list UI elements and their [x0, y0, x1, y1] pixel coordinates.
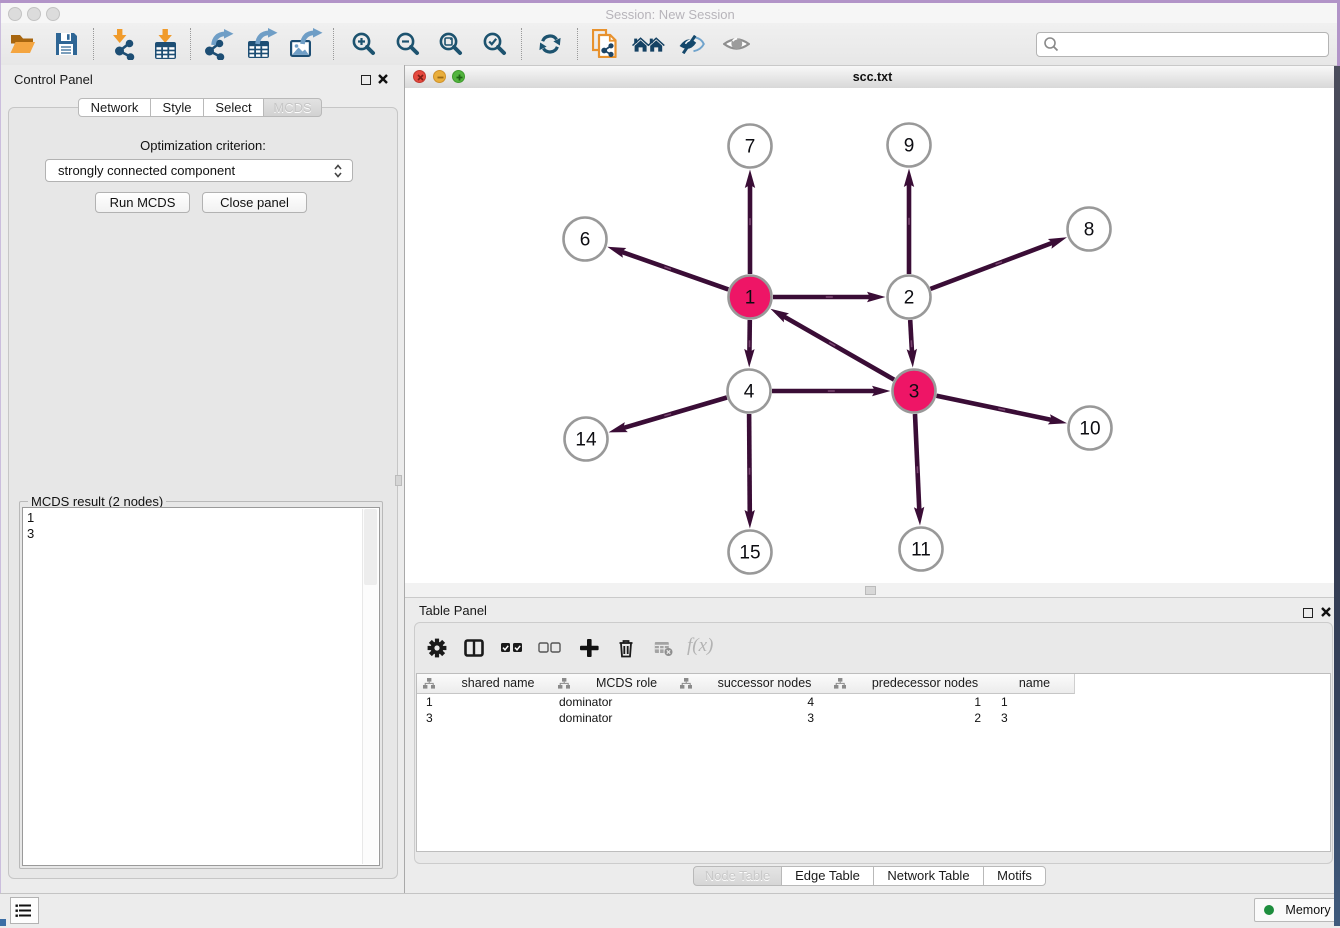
- svg-text:9: 9: [904, 136, 915, 157]
- svg-text:8: 8: [1084, 220, 1095, 241]
- svg-text:3: 3: [909, 382, 920, 403]
- svg-text:11: 11: [911, 540, 931, 561]
- svg-text:2: 2: [904, 288, 915, 309]
- svg-text:10: 10: [1079, 419, 1100, 440]
- svg-text:14: 14: [575, 430, 597, 451]
- svg-text:15: 15: [739, 543, 760, 564]
- svg-text:7: 7: [745, 137, 756, 158]
- svg-text:6: 6: [580, 230, 591, 251]
- svg-text:1: 1: [745, 288, 756, 309]
- svg-text:4: 4: [744, 382, 755, 403]
